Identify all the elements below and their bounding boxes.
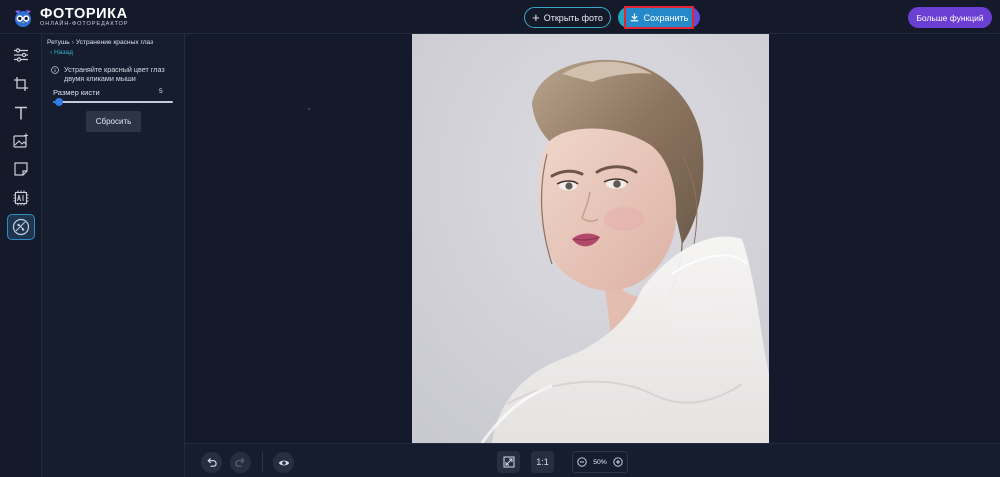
tool-rail	[0, 34, 42, 477]
crop-icon	[14, 77, 28, 91]
cursor-dot	[308, 108, 310, 110]
rail-item-retouch[interactable]	[7, 214, 35, 240]
save-label: Сохранить	[643, 12, 689, 23]
rail-item-adjust[interactable]	[7, 42, 35, 68]
preview-button[interactable]	[273, 452, 294, 473]
fit-screen-icon	[503, 456, 514, 468]
rail-item-sticker[interactable]	[7, 156, 35, 182]
photo-canvas[interactable]	[412, 34, 769, 443]
ai-chip-icon	[13, 190, 29, 206]
logo[interactable]: ФОТОРИКА ОНЛАЙН-ФОТОРЕДАКТОР	[12, 4, 142, 30]
breadcrumb-separator-icon: ›	[71, 39, 74, 46]
brush-size-value: 5	[159, 88, 163, 95]
redo-button[interactable]	[230, 452, 251, 473]
canvas-area[interactable]	[185, 34, 1000, 443]
open-photo-label: Открыть фото	[543, 12, 603, 23]
back-link[interactable]: ‹ Назад	[50, 49, 73, 56]
zoom-out-icon	[576, 457, 587, 467]
breadcrumb-current: Устранение красных глаз	[75, 39, 154, 46]
rail-item-ai[interactable]	[7, 185, 35, 211]
zoom-out-button[interactable]	[576, 457, 587, 468]
redo-icon	[235, 457, 245, 467]
save-button[interactable]: Сохранить	[624, 6, 694, 29]
bottom-toolbar: 1:1 50%	[185, 443, 1000, 477]
brush-size-label: Размер кисти	[53, 88, 100, 97]
brush-size-slider-thumb[interactable]	[55, 98, 63, 106]
download-icon	[630, 13, 638, 22]
sticker-icon	[14, 162, 28, 176]
owl-logo-icon	[15, 10, 31, 27]
zoom-value: 50%	[593, 458, 607, 466]
undo-button[interactable]	[201, 452, 222, 473]
text-icon	[15, 106, 27, 120]
breadcrumb-parent[interactable]: Ретушь	[47, 39, 70, 46]
rail-item-image[interactable]	[7, 128, 35, 154]
portrait-photo	[412, 34, 769, 443]
zoom-in-button[interactable]	[613, 457, 624, 468]
rail-item-text[interactable]	[7, 100, 35, 126]
retouch-icon	[12, 218, 30, 236]
image-add-icon	[13, 133, 28, 148]
tool-panel: Ретушь › Устранение красных глаз ‹ Назад У…	[42, 34, 185, 477]
sliders-icon	[14, 48, 28, 62]
rail-item-crop[interactable]	[7, 71, 35, 97]
info-icon	[51, 66, 59, 74]
reset-button[interactable]: Сбросить	[86, 111, 141, 132]
eye-icon	[278, 460, 289, 465]
info-text: Устраняйте красный цвет глаз двумя клика…	[64, 65, 165, 83]
zoom-in-icon	[613, 457, 624, 467]
zoom-control: 50%	[572, 451, 628, 473]
open-photo-button[interactable]: + Открыть фото	[524, 7, 611, 28]
more-features-button[interactable]: Больше функций	[908, 7, 992, 28]
plus-icon: +	[532, 9, 540, 25]
breadcrumb: Ретушь › Устранение красных глаз	[47, 39, 153, 46]
top-bar: ФОТОРИКА ОНЛАЙН-ФОТОРЕДАКТОР + Открыть ф…	[0, 0, 1000, 34]
toolbar-divider	[262, 452, 263, 472]
fit-screen-button[interactable]	[497, 451, 520, 473]
undo-icon	[207, 457, 217, 467]
logo-subtitle: ОНЛАЙН-ФОТОРЕДАКТОР	[40, 21, 129, 27]
brush-size-slider[interactable]	[53, 98, 173, 106]
actual-size-button[interactable]: 1:1	[531, 451, 554, 473]
logo-title: ФОТОРИКА	[40, 6, 128, 22]
